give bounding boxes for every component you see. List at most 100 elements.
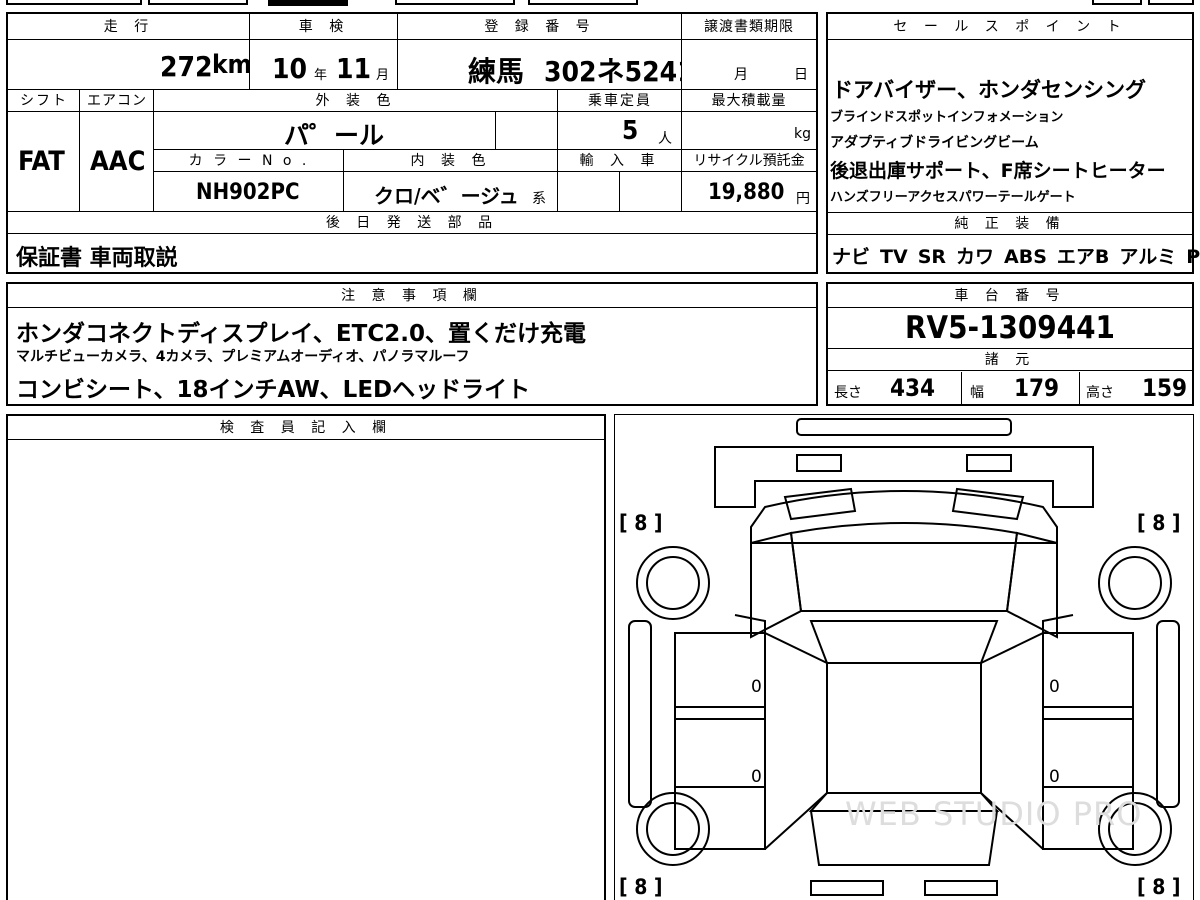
- tire-label-front-right: [ 8 ]: [1137, 511, 1181, 535]
- capacity-value: 5: [622, 116, 639, 146]
- equip-ps: PS: [1186, 246, 1200, 268]
- equip-tv: TV: [880, 246, 908, 268]
- color-no-value: NH902PC: [196, 180, 300, 205]
- sales-point-1: ドアバイザー、ホンダセンシング: [832, 78, 1146, 102]
- exterior-color-cell: パ゜ール: [154, 112, 496, 150]
- door-mark-left-rear: 0: [751, 767, 762, 787]
- import-label: 輸 入 車: [558, 150, 681, 171]
- later-parts-label: 後 日 発 送 部 品: [8, 212, 816, 233]
- sales-point-2: ブラインドスポットインフォメーション: [830, 110, 1064, 125]
- aircon-label: エアコン: [80, 90, 153, 111]
- registration-number: 302ネ5241: [544, 55, 682, 88]
- notes-box: 注 意 事 項 欄 ホンダコネクトディスプレイ、ETC2.0、置くだけ充電 マル…: [6, 282, 818, 406]
- exterior-color-value: パ゜ール: [284, 121, 385, 150]
- tire-label-rear-right: [ 8 ]: [1137, 875, 1181, 899]
- registration-label: 登 録 番 号: [398, 14, 681, 39]
- spec-length: 長さ 434: [828, 372, 962, 404]
- main-info-table: 走 行 車 検 登 録 番 号 譲渡書類期限 272 km 10 年 11 月 …: [6, 12, 818, 274]
- exterior-color-label: 外 装 色: [154, 90, 557, 111]
- specs-label: 諸 元: [828, 349, 1192, 371]
- max-load-cell: kg: [682, 112, 816, 150]
- shift-label: シフト: [8, 90, 79, 111]
- notes-line-2: マルチビューカメラ、4カメラ、プレミアムオーディオ、パノラマルーフ: [16, 349, 470, 365]
- equip-alloy: アルミ: [1119, 246, 1177, 268]
- inspector-box: 検 査 員 記 入 欄: [6, 414, 606, 900]
- door-mark-right-front: 0: [1049, 677, 1060, 697]
- door-mark-left-front: 0: [751, 677, 762, 697]
- front-bumper: [796, 418, 1012, 436]
- color-no-cell: NH902PC: [154, 172, 344, 212]
- spec-height-value: 159: [1142, 374, 1188, 402]
- right-side-sill: [1156, 620, 1180, 808]
- roof: [826, 662, 982, 794]
- mileage-value: 272: [160, 50, 213, 83]
- equip-abs: ABS: [1004, 246, 1047, 268]
- equip-airbag: エアB: [1056, 246, 1110, 268]
- equip-navi: ナビ: [832, 246, 871, 268]
- interior-color-label: 内 装 色: [344, 150, 557, 171]
- front-panel: [714, 446, 1094, 508]
- equip-leather: カワ: [956, 246, 995, 268]
- spec-width: 幅 179: [962, 372, 1080, 404]
- sales-point-5: ハンズフリーアクセスパワーテールゲート: [830, 190, 1076, 205]
- chassis-specs-box: 車 台 番 号 RV5-1309441 諸 元 長さ 434 幅 179 高さ …: [826, 282, 1194, 406]
- top-clipped-strip: [0, 0, 1200, 6]
- shift-cell: FAT: [8, 112, 80, 212]
- max-load-label: 最大積載量: [682, 90, 816, 111]
- shift-value: FAT: [18, 146, 65, 177]
- aircon-cell: AAC: [80, 112, 154, 212]
- fender-right: [1005, 531, 1058, 639]
- genuine-equipment-list: ナビTVSRカワABSエアBアルミPSPW: [832, 242, 1200, 269]
- transfer-deadline-cell: 月 日: [682, 40, 816, 90]
- hood-outline: [750, 490, 1058, 544]
- windshield: [809, 620, 999, 664]
- tire-label-front-left: [ 8 ]: [619, 511, 663, 535]
- equip-sr: SR: [917, 246, 947, 268]
- sales-points-box: セ ー ル ス ポ イ ン ト ドアバイザー、ホンダセンシング ブラインドスポッ…: [826, 12, 1200, 274]
- recycle-cell: 19,880 円: [682, 172, 816, 212]
- mileage-cell: 272 km: [8, 40, 250, 90]
- sales-point-4: 後退出庫サポート、F席シートヒーター: [830, 160, 1166, 182]
- fender-left: [750, 531, 803, 639]
- left-side-sill: [628, 620, 652, 808]
- left-body: [674, 632, 766, 850]
- mileage-unit: km: [212, 50, 250, 80]
- recycle-value: 19,880: [708, 180, 785, 205]
- color-no-label: カ ラ ー N o .: [154, 150, 343, 171]
- notes-line-3: コンビシート、18インチAW、LEDヘッドライト: [16, 377, 531, 403]
- mileage-label: 走 行: [8, 14, 249, 39]
- hood: [789, 522, 1019, 612]
- notes-label: 注 意 事 項 欄: [8, 284, 816, 308]
- registration-cell: 練馬 302ネ5241: [398, 40, 682, 90]
- interior-color-value: クロ/ベ゛ージュ: [374, 184, 519, 208]
- inspector-label: 検 査 員 記 入 欄: [8, 416, 604, 440]
- door-mark-right-rear: 0: [1049, 767, 1060, 787]
- aircon-value: AAC: [90, 146, 146, 177]
- recycle-label: リサイクル預託金: [682, 150, 816, 171]
- capacity-label: 乗車定員: [558, 90, 681, 111]
- spec-length-value: 434: [890, 374, 936, 402]
- inspection-year: 10: [272, 52, 308, 85]
- chassis-label: 車 台 番 号: [828, 284, 1192, 308]
- interior-color-cell: クロ/ベ゛ージュ 系: [344, 172, 558, 212]
- rear-bumper-right: [924, 880, 998, 896]
- car-diagram-box: [ 8 ] [ 8 ] [ 8 ] [ 8 ] 0 0 0 0 WEB STUD…: [614, 414, 1194, 900]
- grille-left: [796, 454, 842, 472]
- sales-points-label: セ ー ル ス ポ イ ン ト: [828, 14, 1192, 40]
- transfer-deadline-label: 譲渡書類期限: [682, 14, 816, 39]
- inspection-cell: 10 年 11 月: [250, 40, 398, 90]
- watermark: WEB STUDIO PRO: [845, 795, 1143, 833]
- spec-width-value: 179: [1014, 374, 1060, 402]
- registration-area: 練馬: [468, 55, 525, 88]
- rear-bumper-left: [810, 880, 884, 896]
- inspection-label: 車 検: [250, 14, 397, 39]
- notes-line-1: ホンダコネクトディスプレイ、ETC2.0、置くだけ充電: [16, 321, 586, 347]
- tire-label-rear-left: [ 8 ]: [619, 875, 663, 899]
- sales-point-3: アダプティブドライビングビーム: [830, 135, 1039, 151]
- inspection-month: 11: [336, 52, 372, 85]
- grille-right: [966, 454, 1012, 472]
- spec-height: 高さ 159: [1086, 374, 1188, 402]
- chassis-number: RV5-1309441: [905, 310, 1115, 346]
- later-parts-value: 保証書 車両取説: [16, 246, 178, 271]
- genuine-equipment-label: 純 正 装 備: [828, 213, 1192, 235]
